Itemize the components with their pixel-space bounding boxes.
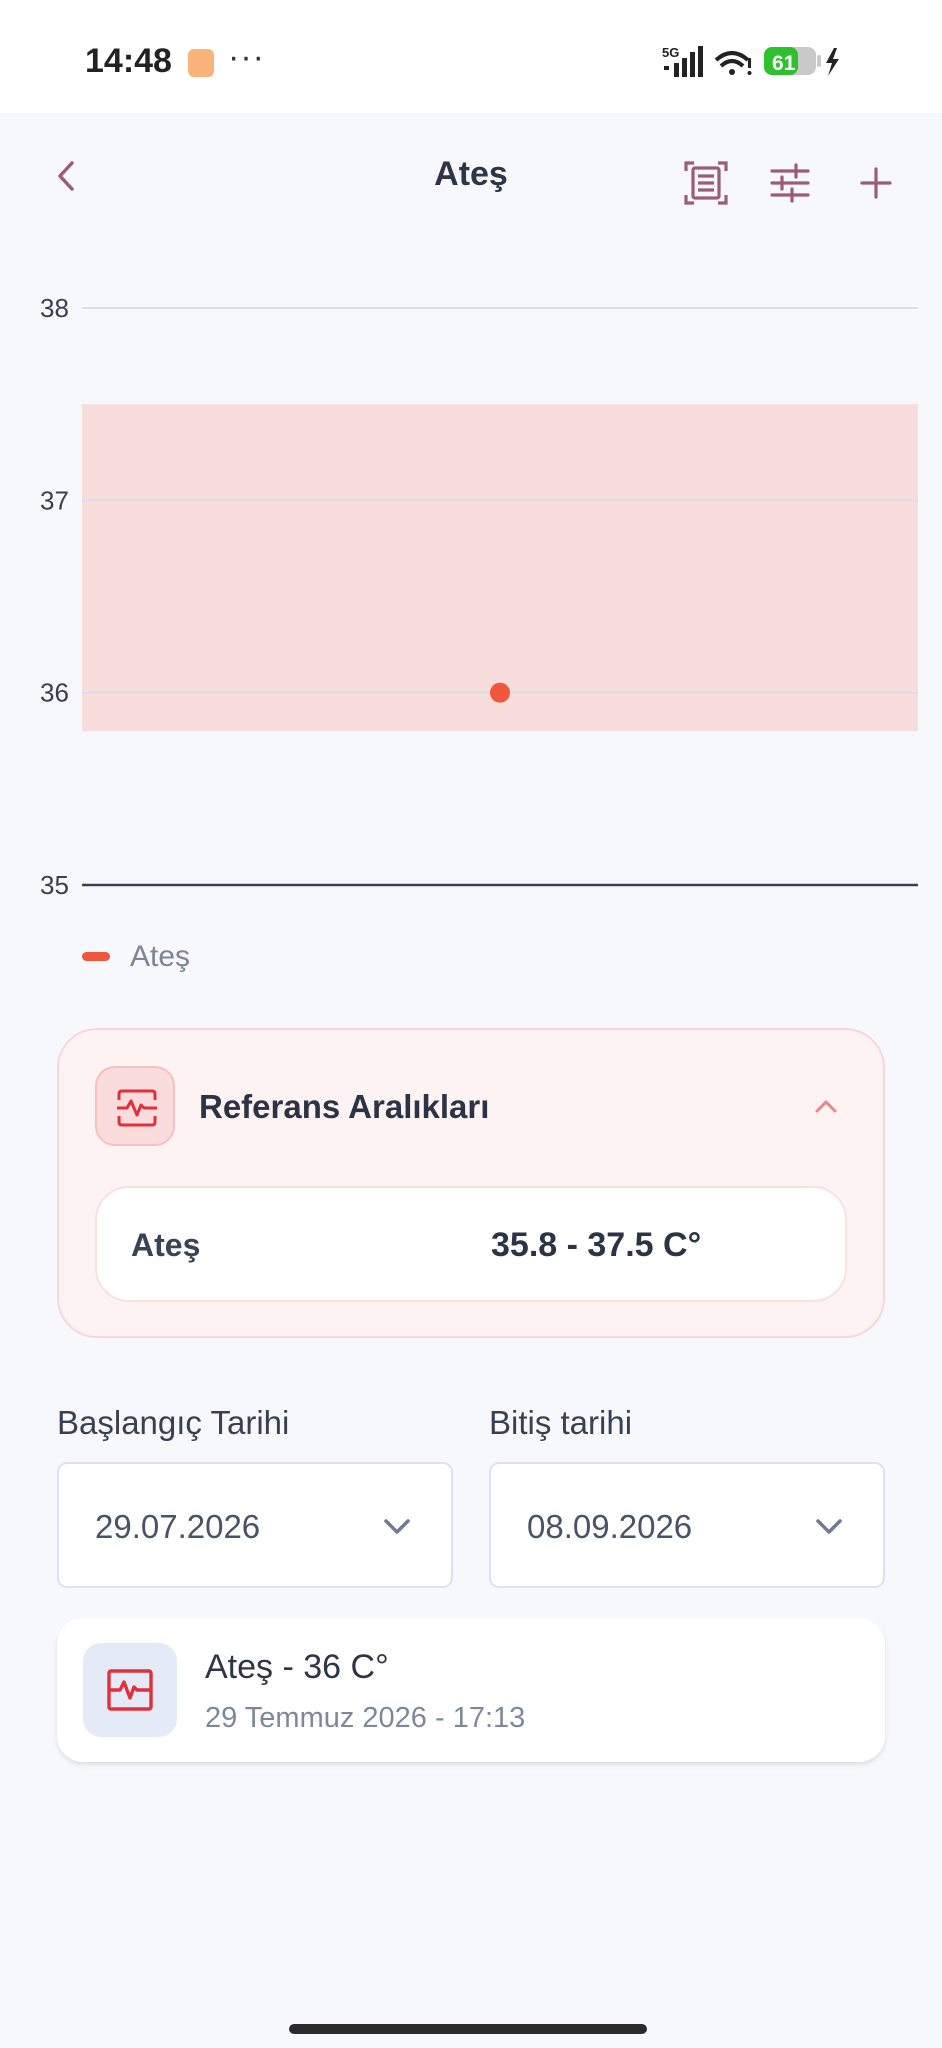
reference-title: Referans Aralıkları xyxy=(199,1088,490,1125)
reference-row-range: 35.8 - 37.5 C° xyxy=(491,1226,702,1264)
battery-icon: 61 xyxy=(764,47,821,75)
end-date-select[interactable]: 08.09.2026 xyxy=(489,1462,885,1588)
more-notifications-icon: ··· xyxy=(228,38,265,76)
chevron-up-icon xyxy=(815,1100,837,1113)
reference-ranges-card: Referans Aralıkları Ateş 35.8 - 37.5 C° xyxy=(57,1028,885,1338)
legend-swatch xyxy=(82,952,110,961)
plus-icon xyxy=(860,167,892,199)
y-tick-label: 37 xyxy=(40,485,69,515)
chart-plot: 38 37 36 35 xyxy=(40,293,918,900)
y-tick-label: 38 xyxy=(40,293,69,323)
heart-monitor-icon xyxy=(107,1669,153,1711)
wifi-icon xyxy=(714,51,752,75)
notification-app-icon xyxy=(188,49,214,77)
start-date-label: Başlangıç Tarihi xyxy=(57,1404,290,1441)
record-title: Ateş - 36 C° xyxy=(205,1648,389,1686)
signal-icon: 5G xyxy=(662,45,703,77)
reference-row: Ateş 35.8 - 37.5 C° xyxy=(95,1186,847,1302)
y-tick-label: 36 xyxy=(40,678,69,708)
y-tick-label: 35 xyxy=(40,870,69,900)
status-time: 14:48 xyxy=(85,42,172,80)
reference-band xyxy=(82,404,918,732)
battery-level: 61 xyxy=(772,52,796,75)
home-indicator[interactable] xyxy=(289,2024,647,2034)
filter-icon xyxy=(770,163,810,203)
scan-icon xyxy=(684,161,728,205)
legend-label: Ateş xyxy=(130,940,191,973)
status-bar: 14:48 ··· 5G 61 xyxy=(0,0,942,113)
status-indicators: 5G 61 xyxy=(662,44,854,78)
add-button[interactable] xyxy=(850,157,902,209)
start-date-select[interactable]: 29.07.2026 xyxy=(57,1462,453,1588)
chevron-down-icon xyxy=(816,1519,842,1534)
reference-row-name: Ateş xyxy=(131,1227,201,1263)
record-timestamp: 29 Temmuz 2026 - 17:13 xyxy=(205,1702,526,1734)
scan-button[interactable] xyxy=(680,157,732,209)
temperature-chart: 38 37 36 35 xyxy=(0,270,942,910)
chevron-down-icon xyxy=(384,1519,410,1534)
measurement-list-item[interactable]: Ateş - 36 C° 29 Temmuz 2026 - 17:13 xyxy=(57,1618,885,1762)
reference-icon-box xyxy=(95,1066,175,1146)
charging-icon xyxy=(826,48,839,76)
record-icon-box xyxy=(83,1643,177,1737)
collapse-button[interactable] xyxy=(811,1094,841,1118)
filter-button[interactable] xyxy=(764,157,816,209)
data-point xyxy=(490,682,510,703)
end-date-label: Bitiş tarihi xyxy=(489,1404,633,1441)
start-date-value: 29.07.2026 xyxy=(95,1508,261,1545)
vital-signs-icon xyxy=(117,1089,157,1127)
network-type: 5G xyxy=(662,45,679,60)
app-header: Ateş xyxy=(0,113,942,243)
end-date-value: 08.09.2026 xyxy=(527,1508,693,1545)
